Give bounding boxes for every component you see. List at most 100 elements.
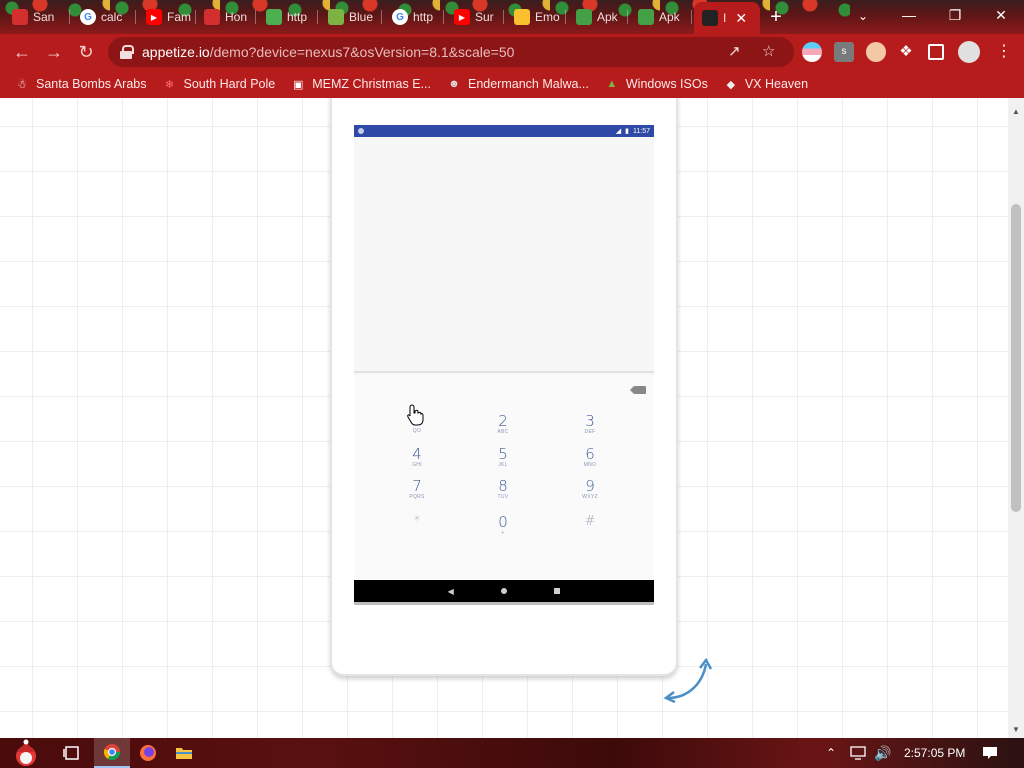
youtube-icon: ▶: [146, 9, 162, 25]
dial-key[interactable]: 7 PQRS: [387, 478, 447, 508]
nav-home-icon[interactable]: [501, 588, 508, 594]
scrollbar-thumb[interactable]: [1011, 204, 1021, 512]
tab-6[interactable]: Ghttp: [384, 4, 444, 30]
taskbar-firefox[interactable]: [130, 738, 166, 768]
dial-key-letters: JKL: [498, 462, 508, 468]
tab-separator: [443, 10, 444, 24]
dial-key[interactable]: 0 +: [473, 514, 533, 544]
tab-4[interactable]: http: [258, 4, 318, 30]
dial-key-letters: GHI: [412, 462, 422, 468]
dial-key[interactable]: 5 JKL: [473, 446, 533, 476]
reload-icon[interactable]: ↻: [72, 38, 100, 66]
tab-1[interactable]: Gcalc: [72, 4, 136, 30]
side-panel-icon[interactable]: [928, 44, 944, 60]
bookmark-item[interactable]: ☻ Endermanch Malwa...: [446, 76, 589, 92]
taskbar-file-explorer[interactable]: [166, 738, 202, 768]
bookmark-item[interactable]: ▣ MEMZ Christmas E...: [290, 76, 431, 92]
tab-label: http: [287, 10, 308, 24]
show-hidden-icons-chevron-icon[interactable]: ⌃: [826, 738, 836, 768]
lock-icon[interactable]: [120, 45, 134, 59]
tab-10[interactable]: Apk: [630, 4, 692, 30]
emoji-icon: [514, 9, 530, 25]
volume-icon[interactable]: 🔊: [874, 738, 891, 768]
bookmark-label: Endermanch Malwa...: [467, 77, 589, 91]
tab-separator: [565, 10, 566, 24]
forward-arrow-icon[interactable]: →: [40, 38, 68, 66]
nav-recents-icon[interactable]: [554, 588, 561, 594]
address-bar[interactable]: appetize.io/demo?device=nexus7&osVersion…: [108, 37, 794, 67]
dial-key[interactable]: #: [560, 514, 620, 544]
profile-avatar-icon[interactable]: [958, 41, 980, 63]
menu-kebab-icon[interactable]: ⋮: [994, 42, 1014, 62]
dial-key-digit: 2: [498, 412, 508, 430]
tab-5[interactable]: Blue: [320, 4, 382, 30]
dial-key[interactable]: *: [387, 514, 447, 544]
back-arrow-icon[interactable]: ←: [8, 38, 36, 66]
close-tab-icon[interactable]: ✕: [735, 10, 747, 27]
tab-7[interactable]: ▶ Sur: [446, 4, 504, 30]
chrome-icon: [103, 744, 121, 761]
tab-label: I: [723, 11, 727, 25]
tab-2[interactable]: ▶ Fam: [138, 4, 196, 30]
tab-search-chevron-icon[interactable]: ⌄: [852, 5, 874, 27]
dial-key-digit: 3: [585, 412, 595, 430]
tab-0[interactable]: San: [4, 4, 70, 30]
notifications-icon[interactable]: [982, 738, 998, 768]
page-scrollbar[interactable]: ▲ ▼: [1008, 98, 1024, 738]
tab-separator: [503, 10, 504, 24]
bookmark-star-icon[interactable]: ☆: [762, 42, 775, 60]
dial-key-digit: 5: [498, 445, 508, 463]
network-icon[interactable]: [850, 738, 868, 768]
extensions-puzzle-icon[interactable]: ❖: [896, 42, 916, 62]
star-icon: [204, 9, 220, 25]
bookmark-item[interactable]: ◆ VX Heaven: [723, 76, 808, 92]
firefox-icon: [140, 745, 156, 761]
rotate-device-icon[interactable]: [662, 654, 716, 704]
tree-icon: ▲: [606, 78, 618, 90]
android-status-bar: ◢ ▮ 11:57: [354, 125, 654, 137]
google-icon: G: [80, 9, 96, 25]
image-icon: ▣: [293, 78, 304, 91]
dial-key[interactable]: 4 GHI: [387, 446, 447, 476]
dial-key-letters: +: [501, 530, 505, 536]
vx-icon: ◆: [726, 78, 736, 91]
taskbar-clock[interactable]: 2:57:05 PM: [904, 738, 965, 768]
task-view-icon: [63, 746, 79, 760]
scroll-down-icon[interactable]: ▼: [1008, 722, 1024, 738]
new-tab-button[interactable]: +: [764, 5, 788, 29]
backspace-icon[interactable]: [630, 386, 646, 394]
dial-key-digit: 7: [412, 477, 422, 495]
extension-avatar-icon[interactable]: [866, 42, 886, 62]
bookmark-item[interactable]: ❄ South Hard Pole: [161, 76, 275, 92]
dial-key[interactable]: 3 DEF: [560, 413, 620, 443]
scroll-up-icon[interactable]: ▲: [1008, 104, 1024, 120]
bookmark-item[interactable]: ☃ Santa Bombs Arabs: [14, 76, 146, 92]
tab-8[interactable]: Emo: [506, 4, 566, 30]
bookmark-label: Windows ISOs: [625, 77, 708, 91]
dial-key[interactable]: 8 TUV: [473, 478, 533, 508]
start-button[interactable]: [4, 738, 48, 768]
tab-separator: [691, 10, 692, 24]
task-view-button[interactable]: [54, 738, 90, 768]
tab-label: http: [413, 10, 434, 24]
nav-back-icon[interactable]: ◀: [448, 587, 454, 596]
appetize-icon: [702, 10, 718, 26]
drive-icon: [266, 9, 282, 25]
tab-9[interactable]: Apk: [568, 4, 628, 30]
close-window-button[interactable]: ✕: [978, 0, 1024, 30]
emulator-screen[interactable]: ◢ ▮ 11:57 2 ABC 3 DEF 4 GHI 5 JKL 6 MNO 7 PQRS 8 TUV 9…: [354, 125, 654, 605]
dial-key[interactable]: 9 WXYZ: [560, 478, 620, 508]
share-icon[interactable]: ↗: [728, 42, 741, 60]
dial-key[interactable]: 6 MNO: [560, 446, 620, 476]
tab-label: Sur: [475, 10, 494, 24]
dial-key[interactable]: 2 ABC: [473, 413, 533, 443]
extension-s-icon[interactable]: s: [834, 42, 854, 62]
taskbar-chrome[interactable]: [94, 738, 130, 768]
minimize-button[interactable]: —: [886, 0, 932, 30]
tab-label: Apk: [659, 10, 680, 24]
extension-flag-icon[interactable]: [802, 42, 822, 62]
tab-11[interactable]: I ✕: [694, 2, 760, 34]
tab-3[interactable]: Hon: [196, 4, 256, 30]
restore-button[interactable]: ❐: [932, 0, 978, 30]
bookmark-item[interactable]: ▲ Windows ISOs: [604, 76, 708, 92]
